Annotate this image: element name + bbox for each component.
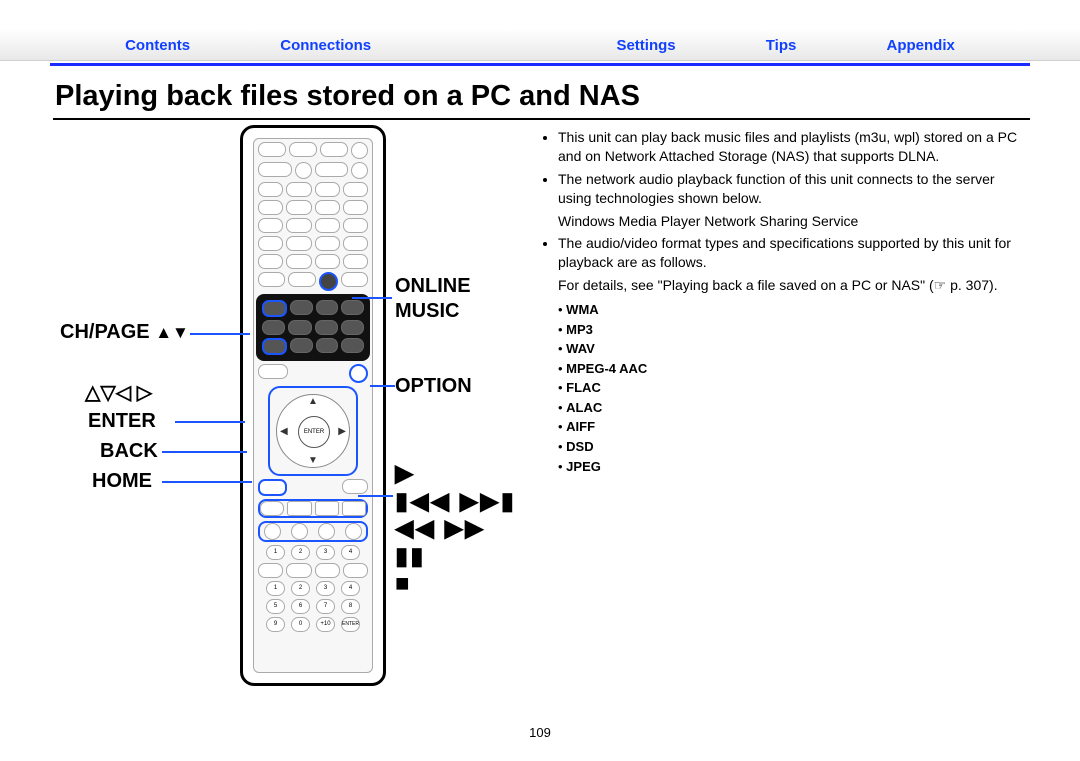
format-mp3: MP3 xyxy=(558,321,1025,339)
bullet-1: This unit can play back music files and … xyxy=(558,128,1025,166)
lead-home xyxy=(162,481,252,483)
label-ch-page: CH/PAGE ▲▼ xyxy=(60,321,189,344)
lead-chpage xyxy=(190,333,250,335)
symbol-skip: ▮◀◀ ▶▶▮ xyxy=(395,488,516,516)
symbol-stop: ■ xyxy=(395,570,516,598)
label-online: ONLINE xyxy=(395,275,471,298)
nav-connections[interactable]: Connections xyxy=(280,37,371,54)
lead-dpad-enter xyxy=(175,421,245,423)
format-list: WMA MP3 WAV MPEG-4 AAC FLAC ALAC AIFF DS… xyxy=(558,301,1025,475)
online-music-button[interactable] xyxy=(319,272,338,291)
bullet-3-sub: For details, see "Playing back a file sa… xyxy=(558,276,1025,295)
format-aiff: AIFF xyxy=(558,418,1025,436)
ch-page-up[interactable] xyxy=(262,300,287,317)
transport-home-row[interactable] xyxy=(258,499,368,518)
header-divider xyxy=(50,63,1030,66)
remote-figure: ▲▼◀▶ ENTER 1234 1234 5678 90+10ENTER CH/… xyxy=(60,125,540,735)
volume-block xyxy=(256,294,370,361)
description-column: This unit can play back music files and … xyxy=(540,128,1025,477)
label-option: OPTION xyxy=(395,375,472,398)
label-music: MUSIC xyxy=(395,300,459,323)
symbol-pause: ▮▮ xyxy=(395,543,516,571)
title-underline xyxy=(53,118,1030,120)
ch-page-down[interactable] xyxy=(262,338,287,355)
back-button[interactable] xyxy=(258,479,287,496)
nav-appendix[interactable]: Appendix xyxy=(887,37,955,54)
label-enter: ENTER xyxy=(88,410,156,433)
nav-contents[interactable]: Contents xyxy=(125,37,190,54)
label-back: BACK xyxy=(100,440,158,463)
format-wav: WAV xyxy=(558,340,1025,358)
home-button[interactable] xyxy=(260,501,284,516)
transport-symbol-labels: ▶ ▮◀◀ ▶▶▮ ◀◀ ▶▶ ▮▮ ■ xyxy=(395,460,516,598)
symbol-play: ▶ xyxy=(395,460,516,488)
symbol-seek: ◀◀ ▶▶ xyxy=(395,515,516,543)
remote-outline: ▲▼◀▶ ENTER 1234 1234 5678 90+10ENTER xyxy=(240,125,386,686)
label-arrows: △▽◁ ▷ xyxy=(85,380,152,405)
lead-back xyxy=(162,451,247,453)
top-nav: Contents Connections Playback Settings T… xyxy=(0,30,1080,61)
option-button[interactable] xyxy=(349,364,368,383)
lead-option xyxy=(370,385,395,387)
label-home: HOME xyxy=(92,470,152,493)
page-title: Playing back files stored on a PC and NA… xyxy=(55,80,640,113)
bullet-3: The audio/video format types and specifi… xyxy=(558,234,1025,295)
format-alac: ALAC xyxy=(558,399,1025,417)
nav-settings[interactable]: Settings xyxy=(616,37,675,54)
bullet-2-sub: Windows Media Player Network Sharing Ser… xyxy=(558,212,1025,231)
format-flac: FLAC xyxy=(558,379,1025,397)
nav-tips[interactable]: Tips xyxy=(766,37,797,54)
format-mpeg4: MPEG-4 AAC xyxy=(558,360,1025,378)
bullet-2: The network audio playback function of t… xyxy=(558,170,1025,231)
lead-online xyxy=(352,297,392,299)
remote-inner: ▲▼◀▶ ENTER 1234 1234 5678 90+10ENTER xyxy=(253,138,373,673)
page-number: 109 xyxy=(0,725,1080,740)
format-jpeg: JPEG xyxy=(558,458,1025,476)
lead-transport xyxy=(358,495,393,497)
format-wma: WMA xyxy=(558,301,1025,319)
enter-button[interactable]: ENTER xyxy=(298,416,330,448)
dpad[interactable]: ▲▼◀▶ ENTER xyxy=(268,386,358,476)
format-dsd: DSD xyxy=(558,438,1025,456)
transport-row-2[interactable] xyxy=(258,521,368,542)
